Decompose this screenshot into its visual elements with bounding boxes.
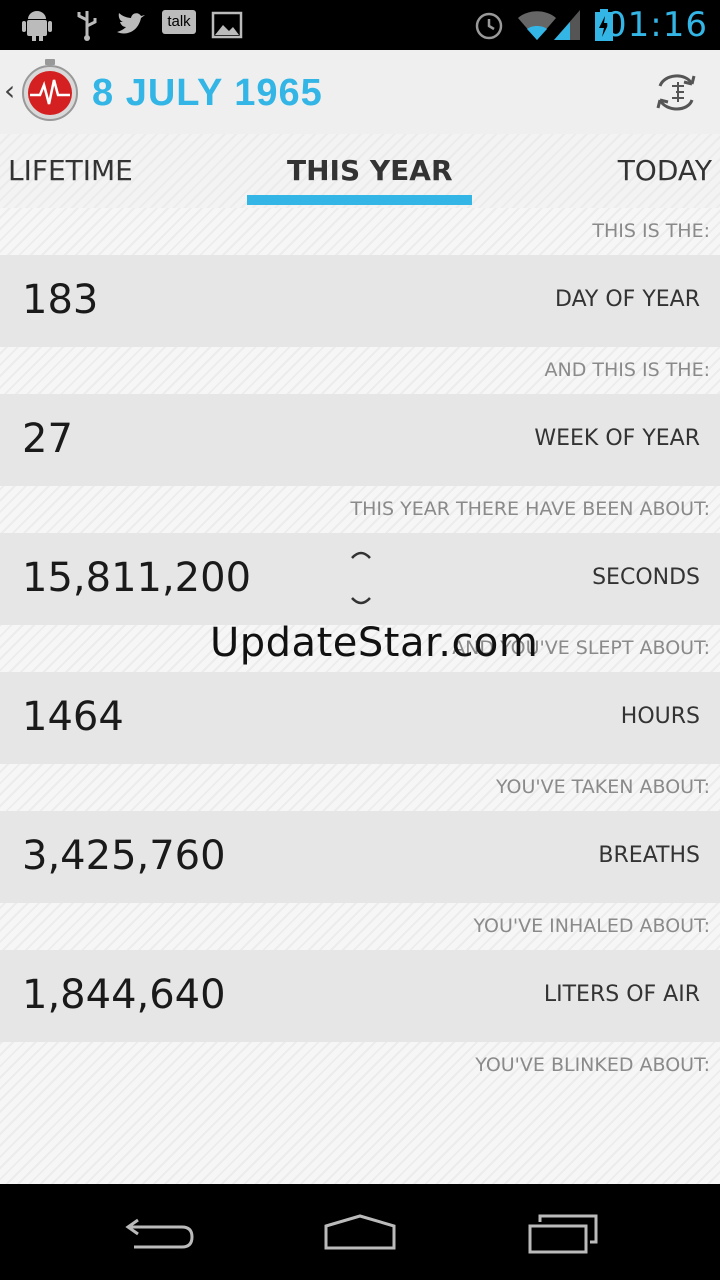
page-title: 8 JULY 1965 (92, 72, 323, 114)
recent-apps-icon[interactable] (526, 1212, 600, 1256)
stat-value: 15,811,200 (22, 555, 252, 601)
stat-value: 1464 (22, 694, 124, 740)
stat-unit: WEEK OF YEAR (534, 426, 700, 451)
back-icon[interactable] (124, 1212, 196, 1252)
stat-unit: BREATHS (598, 843, 700, 868)
stat-unit: HOURS (620, 704, 700, 729)
clock: 01:16 (605, 5, 708, 45)
section-label: YOU'VE INHALED ABOUT: (473, 915, 710, 937)
home-icon[interactable] (322, 1212, 398, 1252)
selected-tab-indicator (247, 195, 472, 205)
signal-icon (554, 10, 580, 40)
tab-today[interactable]: TODAY (618, 154, 712, 187)
increment-chevron-icon[interactable] (350, 547, 372, 561)
action-bar: ‹ 8 JULY 1965 (0, 50, 720, 135)
talk-icon-label: talk (167, 13, 191, 30)
section-label: THIS YEAR THERE HAVE BEEN ABOUT: (350, 498, 710, 520)
up-caret-icon[interactable]: ‹ (4, 74, 15, 107)
usb-icon (77, 11, 97, 41)
tab-this-year[interactable]: THIS YEAR (287, 154, 453, 187)
stats-list[interactable]: THIS IS THE: 183 DAY OF YEAR AND THIS IS… (0, 208, 720, 1184)
status-bar: talk 01:16 (0, 0, 720, 50)
section-label: YOU'VE BLINKED ABOUT: (475, 1054, 710, 1076)
section-label: AND THIS IS THE: (544, 359, 710, 381)
stat-row-day-of-year: 183 DAY OF YEAR (0, 255, 720, 347)
stat-row-hours-slept: 1464 HOURS (0, 672, 720, 764)
stat-unit: DAY OF YEAR (555, 287, 700, 312)
stat-unit: SECONDS (592, 565, 700, 590)
gallery-icon (211, 11, 243, 39)
tab-lifetime[interactable]: LIFETIME (8, 154, 133, 187)
stat-value: 27 (22, 416, 73, 462)
sync-icon[interactable] (652, 68, 700, 116)
decrement-chevron-icon[interactable] (350, 595, 372, 609)
alarm-icon (475, 12, 503, 40)
tab-bar: LIFETIME THIS YEAR TODAY (0, 134, 720, 211)
stat-row-breaths: 3,425,760 BREATHS (0, 811, 720, 903)
stat-row-seconds: 15,811,200 SECONDS (0, 533, 720, 625)
talk-icon: talk (162, 10, 196, 34)
app-logo-icon[interactable] (18, 58, 82, 122)
section-label: THIS IS THE: (592, 220, 710, 242)
stat-row-liters-of-air: 1,844,640 LITERS OF AIR (0, 950, 720, 1042)
stat-value: 3,425,760 (22, 833, 226, 879)
stat-unit: LITERS OF AIR (543, 982, 700, 1007)
stat-value: 1,844,640 (22, 972, 226, 1018)
navigation-bar (0, 1184, 720, 1280)
android-debug-icon (22, 11, 52, 41)
section-label: YOU'VE TAKEN ABOUT: (495, 776, 710, 798)
stat-value: 183 (22, 277, 99, 323)
watermark: UpdateStar.com (210, 620, 539, 666)
twitter-icon (117, 13, 145, 34)
stat-row-week-of-year: 27 WEEK OF YEAR (0, 394, 720, 486)
